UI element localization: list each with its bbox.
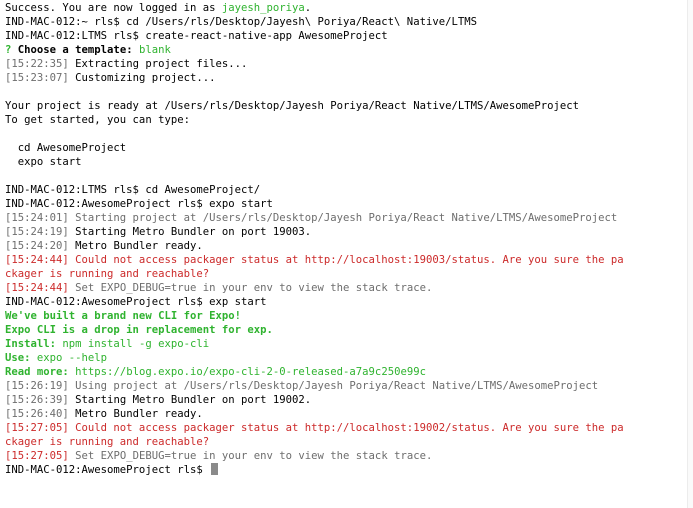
terminal-line: Success. You are now logged in as jayesh… bbox=[5, 1, 687, 15]
terminal-text: blank bbox=[138, 44, 171, 56]
terminal-text: [15:26:39] bbox=[5, 394, 76, 406]
terminal-text: Metro Bundler ready. bbox=[75, 240, 203, 252]
terminal-line: IND-MAC-012:LTMS rls$ create-react-nativ… bbox=[5, 29, 687, 43]
terminal-line: cd AwesomeProject bbox=[5, 141, 687, 155]
terminal-text: https://blog.expo.io/expo-cli-2-0-releas… bbox=[75, 366, 426, 378]
terminal-text: [15:22:35] bbox=[5, 58, 76, 70]
terminal-line: IND-MAC-012:AwesomeProject rls$ exp star… bbox=[5, 295, 687, 309]
terminal-text: IND-MAC-012:AwesomeProject rls$ expo sta… bbox=[5, 198, 273, 210]
terminal-line: Your project is ready at /Users/rls/Desk… bbox=[5, 99, 687, 113]
terminal-text: Set EXPO_DEBUG=true in your env to view … bbox=[75, 450, 433, 462]
terminal-text: We've built a brand new CLI for Expo! bbox=[5, 310, 241, 322]
terminal-text: ? bbox=[5, 44, 18, 56]
terminal-text: [15:27:05] Could not access packager sta… bbox=[5, 422, 624, 434]
terminal-line: [15:24:44] Could not access packager sta… bbox=[5, 253, 687, 267]
terminal-text: [15:24:44] bbox=[5, 282, 76, 294]
terminal-text: Read more: bbox=[5, 366, 76, 378]
terminal-line: Use: expo --help bbox=[5, 351, 687, 365]
terminal-text: Expo CLI is a drop in replacement for ex… bbox=[5, 324, 273, 336]
terminal-text: Customizing project... bbox=[75, 72, 216, 84]
terminal-text: Starting Metro Bundler on port 19002. bbox=[75, 394, 312, 406]
terminal-line: IND-MAC-012:LTMS rls$ cd AwesomeProject/ bbox=[5, 183, 687, 197]
scrollbar[interactable] bbox=[687, 0, 693, 508]
terminal-line: [15:24:01] Starting project at /Users/rl… bbox=[5, 211, 687, 225]
terminal-text: Use: bbox=[5, 352, 37, 364]
terminal-text: Metro Bundler ready. bbox=[75, 408, 203, 420]
terminal-text: jayesh_poriya bbox=[221, 2, 305, 14]
terminal-line: [15:26:40] Metro Bundler ready. bbox=[5, 407, 687, 421]
terminal-text: To get started, you can type: bbox=[5, 114, 190, 126]
terminal-text: [15:24:20] bbox=[5, 240, 76, 252]
terminal-line: [15:27:05] Set EXPO_DEBUG=true in your e… bbox=[5, 449, 687, 463]
terminal-line: [15:26:19] Using project at /Users/rls/D… bbox=[5, 379, 687, 393]
text-cursor bbox=[211, 463, 219, 475]
terminal-output[interactable]: Success. You are now logged in as jayesh… bbox=[0, 0, 687, 508]
terminal-text: [15:24:01] Starting project at /Users/rl… bbox=[5, 212, 618, 224]
terminal-text: IND-MAC-012:AwesomeProject rls$ bbox=[5, 464, 210, 476]
terminal-text: ckager is running and reachable? bbox=[5, 268, 210, 280]
terminal-text: [15:23:07] bbox=[5, 72, 76, 84]
terminal-line: [15:24:20] Metro Bundler ready. bbox=[5, 239, 687, 253]
terminal-text: Install: bbox=[5, 338, 63, 350]
terminal-text: [15:24:44] Could not access packager sta… bbox=[5, 254, 624, 266]
terminal-line: [15:26:39] Starting Metro Bundler on por… bbox=[5, 393, 687, 407]
terminal-line: expo start bbox=[5, 155, 687, 169]
terminal-text: IND-MAC-012:LTMS rls$ create-react-nativ… bbox=[5, 30, 388, 42]
terminal-line: ckager is running and reachable? bbox=[5, 435, 687, 449]
terminal-text: Choose a template: bbox=[17, 44, 139, 56]
terminal-text: Starting Metro Bundler on port 19003. bbox=[75, 226, 312, 238]
terminal-text: ckager is running and reachable? bbox=[5, 436, 210, 448]
terminal-text: Your project is ready at /Users/rls/Desk… bbox=[5, 100, 580, 112]
terminal-line: [15:24:44] Set EXPO_DEBUG=true in your e… bbox=[5, 281, 687, 295]
terminal-line: Expo CLI is a drop in replacement for ex… bbox=[5, 323, 687, 337]
terminal-text: [15:26:19] Using project at /Users/rls/D… bbox=[5, 380, 599, 392]
terminal-text: npm install -g expo-cli bbox=[62, 338, 210, 350]
terminal-text: IND-MAC-012:AwesomeProject rls$ exp star… bbox=[5, 296, 267, 308]
terminal-line: [15:22:35] Extracting project files... bbox=[5, 57, 687, 71]
terminal-text: expo --help bbox=[36, 352, 108, 364]
terminal-text: Success. You are now logged in as bbox=[5, 2, 222, 14]
terminal-text: [15:24:19] bbox=[5, 226, 76, 238]
terminal-line: Read more: https://blog.expo.io/expo-cli… bbox=[5, 365, 687, 379]
terminal-line: [15:24:19] Starting Metro Bundler on por… bbox=[5, 225, 687, 239]
terminal-line: Install: npm install -g expo-cli bbox=[5, 337, 687, 351]
terminal-line: IND-MAC-012:AwesomeProject rls$ bbox=[5, 463, 687, 477]
terminal-text: IND-MAC-012:LTMS rls$ cd AwesomeProject/ bbox=[5, 184, 261, 196]
terminal-line: ? Choose a template: blank bbox=[5, 43, 687, 57]
terminal-text: Extracting project files... bbox=[75, 58, 248, 70]
terminal-line: IND-MAC-012:AwesomeProject rls$ expo sta… bbox=[5, 197, 687, 211]
terminal-text: expo start bbox=[5, 156, 82, 168]
terminal-text: Set EXPO_DEBUG=true in your env to view … bbox=[75, 282, 433, 294]
terminal-text: . bbox=[304, 2, 312, 14]
terminal-line: To get started, you can type: bbox=[5, 113, 687, 127]
terminal-line: IND-MAC-012:~ rls$ cd /Users/rls/Desktop… bbox=[5, 15, 687, 29]
terminal-line: [15:27:05] Could not access packager sta… bbox=[5, 421, 687, 435]
terminal-text: [15:26:40] bbox=[5, 408, 76, 420]
terminal-line: We've built a brand new CLI for Expo! bbox=[5, 309, 687, 323]
terminal-text: IND-MAC-012:~ rls$ cd /Users/rls/Desktop… bbox=[5, 16, 477, 28]
terminal-line: ckager is running and reachable? bbox=[5, 267, 687, 281]
terminal-text: cd AwesomeProject bbox=[5, 142, 127, 154]
terminal-text: [15:27:05] bbox=[5, 450, 76, 462]
terminal-line: [15:23:07] Customizing project... bbox=[5, 71, 687, 85]
